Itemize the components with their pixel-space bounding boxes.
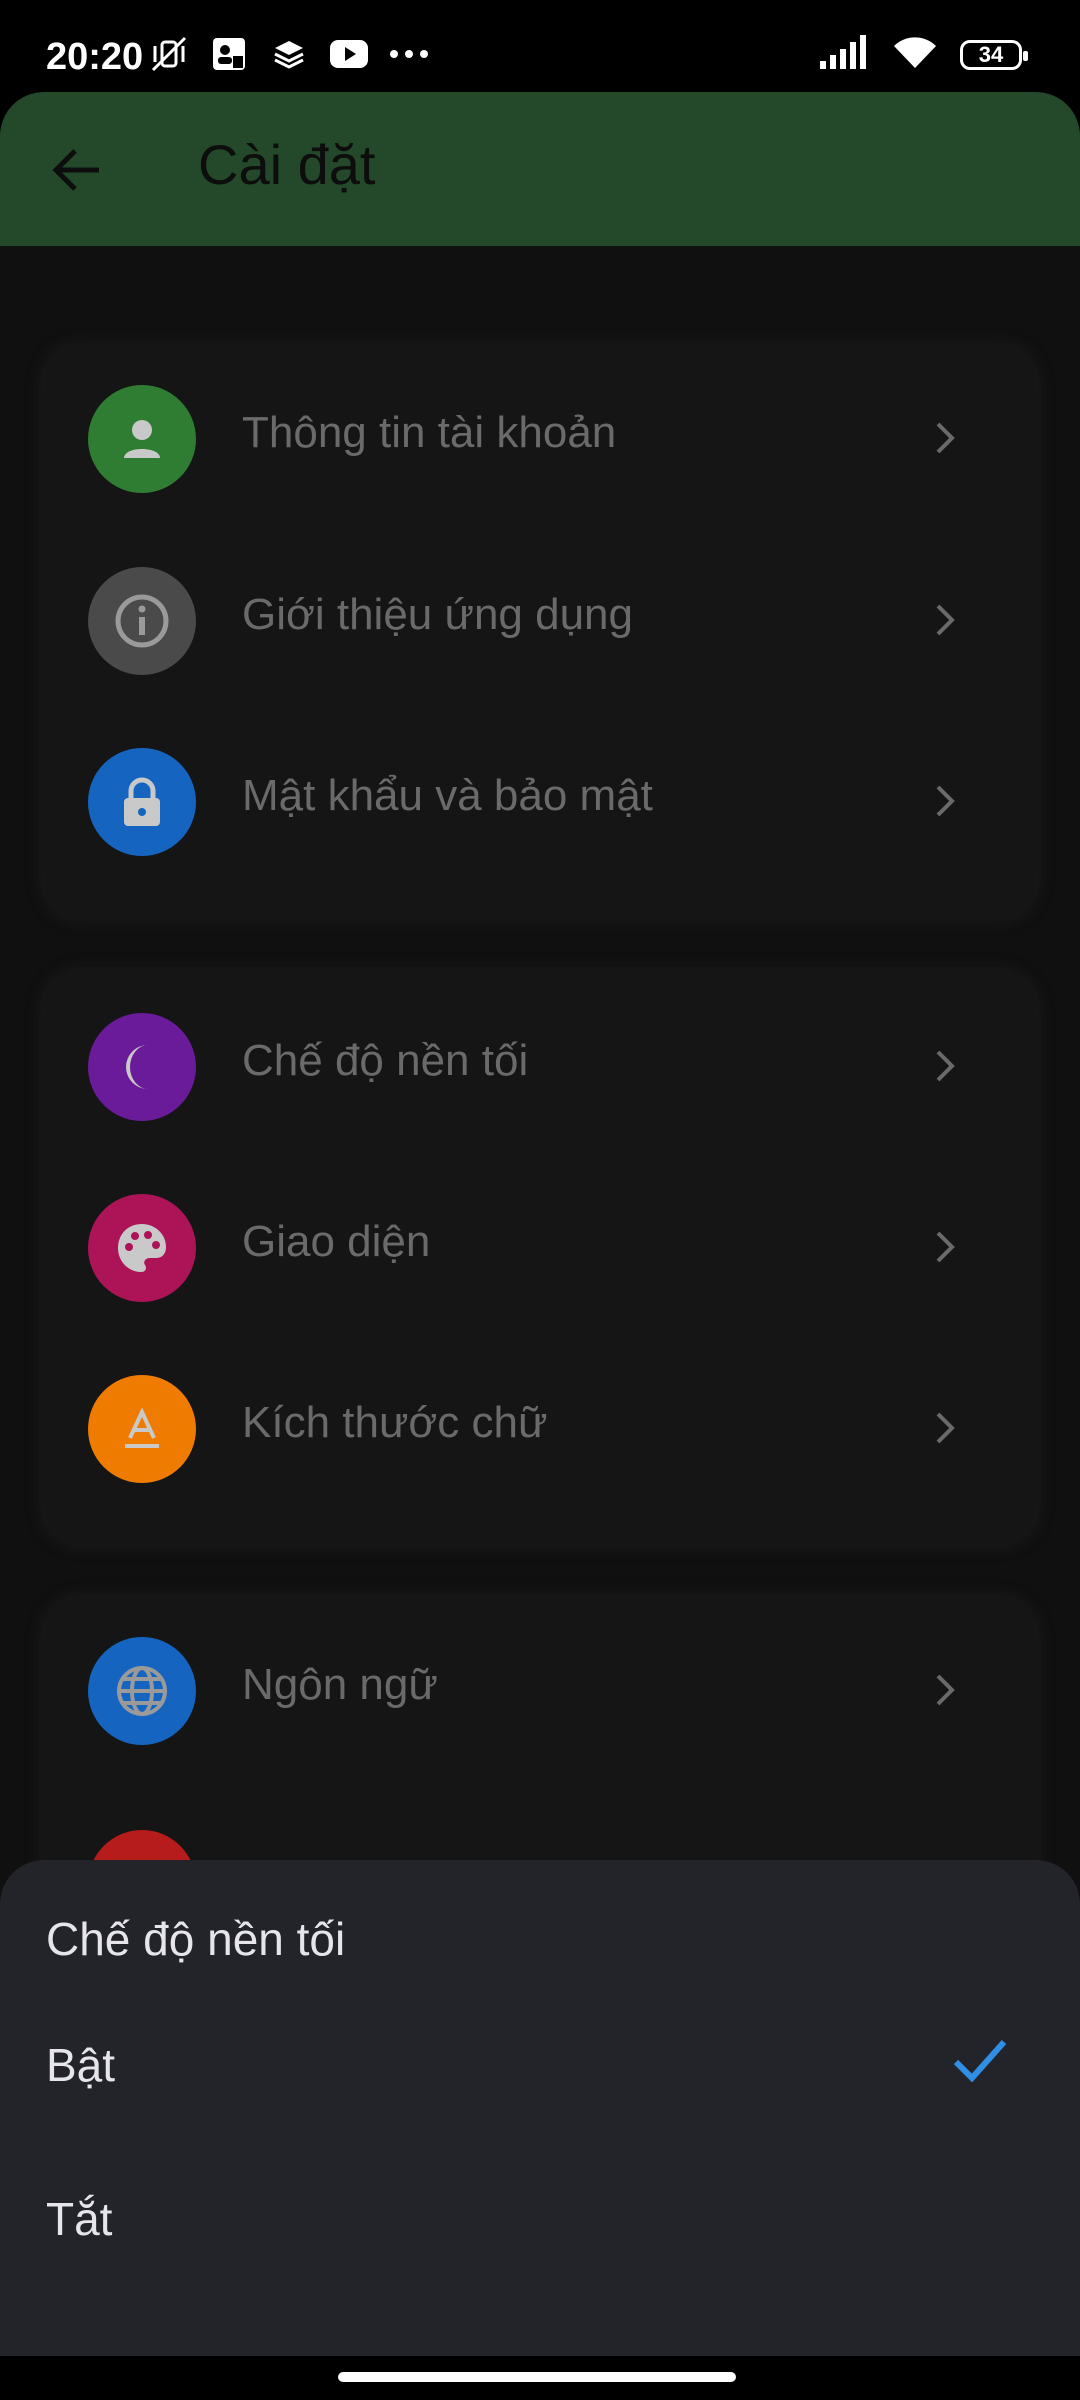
- chevron-right-icon: [936, 1231, 955, 1263]
- moon-icon: [88, 1013, 196, 1121]
- youtube-icon: [328, 34, 370, 74]
- chevron-right-icon: [936, 422, 955, 454]
- gesture-nav-bar: [0, 2356, 1080, 2400]
- row-label: Mật khẩu và bảo mật: [242, 771, 653, 820]
- sheet-title: Chế độ nền tối: [46, 1913, 346, 1965]
- settings-card-display: Chế độ nền tối Giao diện Kích thước chữ: [44, 972, 1036, 1544]
- chevron-right-icon: [936, 1050, 955, 1082]
- row-label: Kích thước chữ: [242, 1398, 548, 1447]
- palette-icon: [88, 1194, 196, 1302]
- status-bar: 20:20 34: [0, 0, 1080, 92]
- globe-icon: [88, 1637, 196, 1745]
- row-label: Chế độ nền tối: [242, 1036, 529, 1085]
- row-password-security[interactable]: Mật khẩu và bảo mật: [44, 711, 1036, 893]
- option-label: Tắt: [46, 2193, 113, 2245]
- row-dark-mode[interactable]: Chế độ nền tối: [44, 976, 1036, 1158]
- home-indicator[interactable]: [338, 2372, 736, 2382]
- vibrate-off-icon: [148, 34, 190, 74]
- lock-icon: [88, 748, 196, 856]
- arrow-back-icon: [52, 149, 99, 191]
- row-theme[interactable]: Giao diện: [44, 1157, 1036, 1339]
- row-account-info[interactable]: Thông tin tài khoản: [44, 348, 1036, 530]
- row-language[interactable]: Ngôn ngữ: [44, 1600, 1036, 1782]
- option-label: Bật: [46, 2039, 116, 2091]
- checkmark-icon: [953, 2040, 1007, 2083]
- info-icon: [88, 567, 196, 675]
- battery-level: 34: [978, 41, 1004, 67]
- option-on[interactable]: Bật: [0, 1994, 1080, 2134]
- settings-card-account: Thông tin tài khoản Giới thiệu ứng dụng …: [44, 346, 1036, 918]
- status-time: 20:20: [46, 36, 144, 78]
- row-about-app[interactable]: Giới thiệu ứng dụng: [44, 530, 1036, 712]
- row-label: Thông tin tài khoản: [242, 408, 617, 457]
- signal-icon: [820, 35, 870, 74]
- notification-icons: [148, 34, 430, 74]
- more-dots-icon: [388, 34, 430, 74]
- chevron-right-icon: [936, 785, 955, 817]
- person-icon: [88, 385, 196, 493]
- row-label: Ngôn ngữ: [242, 1660, 438, 1709]
- dark-mode-bottom-sheet: Chế độ nền tối Bật Tắt: [0, 1860, 1080, 2356]
- row-text-size[interactable]: Kích thước chữ: [44, 1338, 1036, 1520]
- row-label: Giao diện: [242, 1217, 431, 1266]
- battery-icon: 34: [960, 39, 1028, 70]
- page-title: Cài đặt: [198, 133, 376, 196]
- back-button[interactable]: [42, 138, 112, 202]
- option-off[interactable]: Tắt: [0, 2148, 1080, 2288]
- chevron-right-icon: [936, 1674, 955, 1706]
- wifi-icon: [892, 34, 938, 75]
- app-bar: Cài đặt: [0, 92, 1080, 246]
- chevron-right-icon: [936, 1412, 955, 1444]
- chevron-right-icon: [936, 604, 955, 636]
- text-format-icon: [88, 1375, 196, 1483]
- system-icons: 34: [820, 34, 1028, 75]
- row-label: Giới thiệu ứng dụng: [242, 590, 633, 639]
- stack-icon: [268, 34, 310, 74]
- contact-app-icon: [208, 34, 250, 74]
